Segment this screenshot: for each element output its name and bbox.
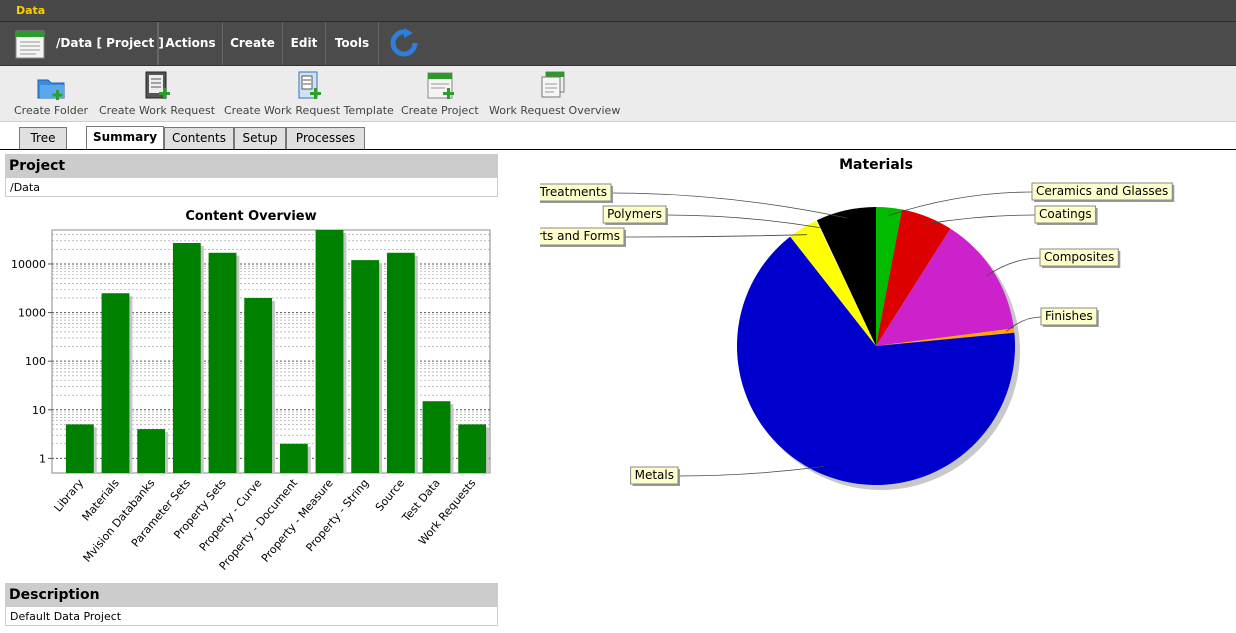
x-tick-label: Property - String bbox=[303, 477, 371, 555]
work-request-overview-label: Work Request Overview bbox=[489, 104, 621, 117]
pie-label: Ceramics and Glasses bbox=[1036, 184, 1168, 198]
pie-label: Composites bbox=[1044, 250, 1114, 264]
pie-label: Parts and Forms bbox=[540, 229, 620, 243]
data-project-icon bbox=[15, 30, 45, 59]
pie-label: Polymers bbox=[607, 207, 662, 221]
create-project-label: Create Project bbox=[401, 104, 479, 117]
pie-label: Coatings bbox=[1039, 207, 1092, 221]
menu-actions[interactable]: Actions bbox=[158, 22, 222, 65]
menu-tools[interactable]: Tools bbox=[325, 22, 378, 65]
create-folder-label: Create Folder bbox=[14, 104, 89, 117]
pie-series bbox=[737, 207, 1020, 490]
menu-edit[interactable]: Edit bbox=[282, 22, 325, 65]
description-value: Default Data Project bbox=[5, 607, 498, 626]
x-axis-labels: LibraryMaterialsMvision DatabanksParamet… bbox=[51, 476, 478, 573]
create-work-request-template-button[interactable]: Create Work Request Template bbox=[224, 70, 394, 117]
label-leader-line bbox=[677, 466, 825, 477]
pie-label: Finishes bbox=[1045, 309, 1093, 323]
create-project-button[interactable]: Create Project bbox=[401, 70, 479, 117]
bar bbox=[244, 297, 273, 473]
bar bbox=[172, 243, 201, 473]
create-work-request-template-label: Create Work Request Template bbox=[224, 104, 394, 117]
x-tick-label: Source bbox=[373, 476, 407, 513]
pie-label: Surface Treatments bbox=[540, 185, 607, 199]
bar bbox=[422, 401, 451, 473]
tab-summary[interactable]: Summary bbox=[86, 126, 164, 149]
bar bbox=[65, 424, 94, 473]
window-title: Data bbox=[16, 4, 46, 17]
template-add-icon bbox=[298, 71, 321, 99]
create-work-request-label: Create Work Request bbox=[99, 104, 216, 117]
title-bar: Data bbox=[0, 0, 1236, 22]
y-tick-label: 1000 bbox=[18, 307, 46, 320]
project-value: /Data bbox=[5, 178, 498, 197]
label-leader-line bbox=[665, 214, 820, 229]
y-axis: 1 10 100 1000 10000 bbox=[11, 258, 52, 465]
folder-add-icon bbox=[37, 79, 65, 100]
bar bbox=[458, 424, 487, 473]
bar bbox=[208, 252, 237, 473]
work-request-overview-button[interactable]: Work Request Overview bbox=[489, 70, 621, 117]
y-tick-label: 1 bbox=[39, 452, 46, 465]
tab-processes[interactable]: Processes bbox=[286, 127, 365, 149]
refresh-icon[interactable] bbox=[389, 28, 419, 58]
bar bbox=[101, 293, 130, 473]
tab-bar: Tree Summary Contents Setup Processes bbox=[0, 126, 1236, 150]
description-heading: Description bbox=[5, 583, 498, 607]
chart-title: Materials bbox=[839, 157, 913, 173]
y-tick-label: 100 bbox=[25, 355, 46, 368]
y-tick-label: 10 bbox=[32, 404, 46, 417]
tab-tree[interactable]: Tree bbox=[19, 127, 67, 149]
tab-contents[interactable]: Contents bbox=[164, 127, 234, 149]
label-leader-line bbox=[623, 234, 807, 238]
bar bbox=[279, 443, 308, 473]
pie-label: Metals bbox=[635, 468, 674, 482]
menu-create[interactable]: Create bbox=[222, 22, 282, 65]
work-request-add-icon bbox=[145, 71, 170, 99]
bar bbox=[386, 252, 415, 473]
label-leader-line bbox=[924, 214, 1036, 225]
materials-chart: Materials Ceramics and Glasses Coatings Co… bbox=[540, 157, 1175, 490]
bar bbox=[351, 260, 380, 473]
menu-divider bbox=[378, 22, 379, 65]
create-work-request-button[interactable]: Create Work Request bbox=[99, 70, 216, 117]
project-path: /Data [ Project ] bbox=[56, 36, 164, 50]
create-folder-button[interactable]: Create Folder bbox=[14, 70, 88, 117]
content-overview-chart: Content Overview 1 10 100 1000 10000 Library… bbox=[11, 209, 491, 573]
overview-icon bbox=[541, 71, 565, 98]
menu-bar: /Data [ Project ] Actions Create Edit To… bbox=[0, 22, 1236, 66]
bar bbox=[315, 230, 344, 473]
project-add-icon bbox=[427, 72, 454, 99]
chart-title: Content Overview bbox=[185, 209, 316, 224]
x-tick-label: Property - Curve bbox=[197, 476, 265, 553]
toolbar: Create Folder Create Work Request Create… bbox=[0, 66, 1236, 122]
y-tick-label: 10000 bbox=[11, 258, 46, 271]
bar bbox=[137, 429, 166, 473]
project-heading: Project bbox=[5, 154, 498, 178]
tab-setup[interactable]: Setup bbox=[234, 127, 286, 149]
x-tick-label: Library bbox=[51, 476, 86, 514]
